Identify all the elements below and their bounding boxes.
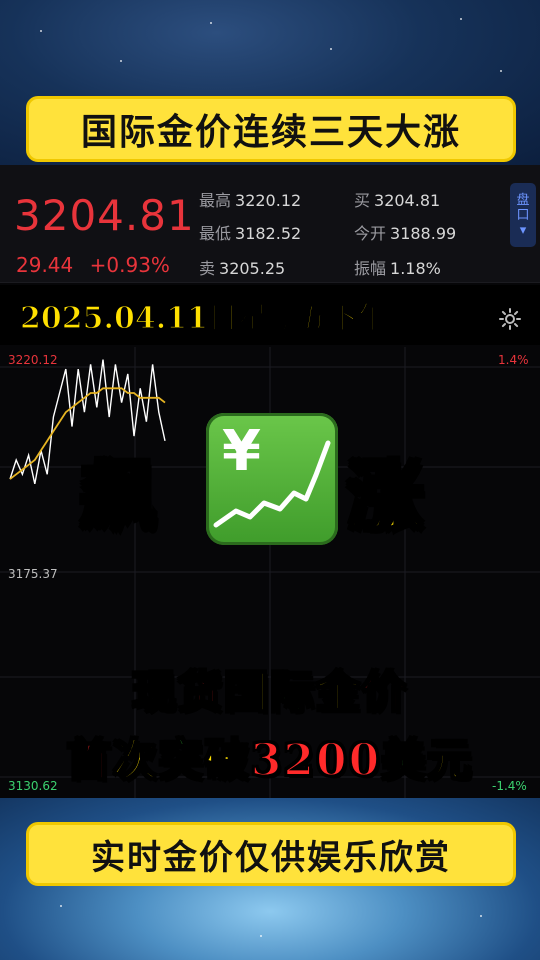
amplitude-value: 1.18% [390,259,441,278]
uptrend-icon [213,440,331,528]
headline-char: 现 [131,666,178,719]
headline-line-2: 首次突破3200美元 [0,724,540,788]
open-field: 今开 3188.99 [354,220,456,244]
star [500,70,502,72]
headline-char: 美 [380,734,428,787]
chart-yen-icon: ¥ [206,413,338,545]
star [40,30,42,32]
star [120,60,122,62]
ask-value: 3205.25 [219,259,286,278]
bid-label: 买 [354,191,371,210]
order-book-label-2: 口 [516,207,530,223]
star [60,905,62,907]
open-value: 3188.99 [390,224,457,243]
order-book-label-1: 盘 [516,192,530,208]
open-label: 今开 [354,224,387,243]
date-overlay: 2025.04.11日星期五下午 [19,300,388,336]
high-value: 3220.12 [235,191,302,210]
bid-value: 3204.81 [374,191,441,210]
star [330,48,332,50]
high-label: 最高 [199,191,232,210]
overlay-word-soar: 飙 [79,451,158,543]
title-banner: 国际金价连续三天大涨 [26,96,516,162]
y-tick-right-top: 1.4% [498,353,529,367]
low-label: 最低 [199,224,232,243]
star [480,915,482,917]
bid-field: 买 3204.81 [354,187,440,211]
headline-char: 次 [112,734,159,787]
star [460,18,462,20]
headline-char: 金 [315,666,362,719]
headline-char: 价 [361,666,408,719]
change-percent: +0.93% [89,253,170,277]
headline-char: 破 [204,734,251,787]
overlay-word-rise: 涨 [346,451,425,543]
low-field: 最低 3182.52 [199,220,301,244]
headline-char: 元 [426,734,474,787]
headline-char: 际 [269,666,316,719]
change-value: 29.44 [16,253,74,277]
price-change: 29.44 +0.93% [16,253,180,277]
disclaimer-banner: 实时金价仅供娱乐欣赏 [26,822,516,886]
headline-char: 国 [223,666,270,719]
headline-char: 3200 [250,734,382,787]
order-book-button[interactable]: 盘 口 ▾ [510,183,536,247]
headline-line-1: 现货国际金价 [0,656,540,720]
star [260,935,262,937]
current-price: 3204.81 [14,191,195,240]
headline-char: 货 [177,666,224,719]
star [210,22,212,24]
y-tick-top: 3220.12 [8,353,58,367]
y-tick-mid: 3175.37 [8,567,58,581]
quote-header: 3204.81 29.44 +0.93% 最高 3220.12 最低 3182.52… [0,165,540,283]
headline-char: 突 [158,734,205,787]
amplitude-label: 振幅 [354,259,387,278]
ask-label: 卖 [199,259,216,278]
amplitude-field: 振幅 1.18% [354,255,441,279]
date-bar: 2025.04.11日星期五下午 [0,285,540,345]
low-value: 3182.52 [235,224,302,243]
gear-icon[interactable] [498,307,522,331]
high-field: 最高 3220.12 [199,187,301,211]
ask-field: 卖 3205.25 [199,255,285,279]
headline-char: 首 [66,734,113,787]
chevron-down-icon: ▾ [519,222,527,238]
